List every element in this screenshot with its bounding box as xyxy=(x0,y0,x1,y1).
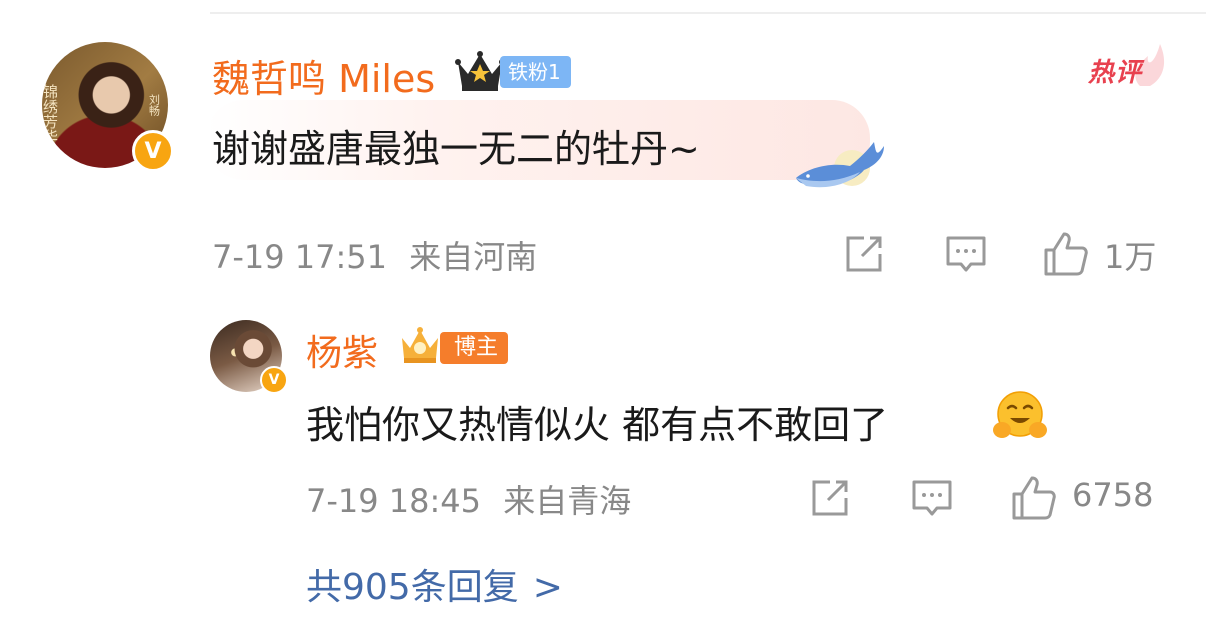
reply-comment-icon[interactable] xyxy=(910,476,954,520)
fan-crown-icon xyxy=(455,51,505,91)
reply-text: 我怕你又热情似火 都有点不敢回了 xyxy=(306,403,889,447)
avatar-poster-name: 刘畅 xyxy=(148,94,161,116)
fan-level-badge: 铁粉1 xyxy=(500,56,571,88)
comment-text: 谢谢盛唐最独一无二的牡丹~ xyxy=(212,127,700,171)
reply-like-count: 6758 xyxy=(1072,476,1154,514)
reply-share-icon[interactable] xyxy=(808,476,852,520)
comment-icon[interactable] xyxy=(944,232,988,276)
hot-tag-label: 热评 xyxy=(1088,58,1143,88)
comment-location: 来自河南 xyxy=(409,238,538,276)
hot-comment-tag: 热评 xyxy=(1088,40,1168,90)
blogger-badge: 博主 xyxy=(440,332,509,364)
verified-badge-icon: V xyxy=(132,130,174,172)
blogger-crown-icon xyxy=(402,327,438,363)
reply-meta: 7-19 18:45 来自青海 xyxy=(306,476,631,522)
reply-location: 来自青海 xyxy=(503,482,632,520)
reply-avatar[interactable]: V xyxy=(210,320,288,394)
replies-count-label: 共905条回复 xyxy=(306,567,519,608)
avatar-poster-title: 锦绣芳华 xyxy=(42,84,59,144)
hugging-face-emoji-icon xyxy=(993,391,1047,438)
reply-like-icon[interactable] xyxy=(1010,474,1058,522)
like-icon[interactable] xyxy=(1042,230,1090,278)
view-all-replies-link[interactable]: 共905条回复 > xyxy=(306,558,563,610)
reply-verified-badge-icon: V xyxy=(260,366,288,394)
chevron-right-icon: > xyxy=(532,567,563,608)
comment-meta: 7-19 17:51 来自河南 xyxy=(212,232,537,278)
reply-date: 7-19 18:45 xyxy=(306,482,482,520)
share-icon[interactable] xyxy=(842,232,886,276)
comment-like-count: 1万 xyxy=(1104,238,1157,276)
top-divider xyxy=(210,12,1206,14)
comment-date: 7-19 17:51 xyxy=(212,238,388,276)
comment-avatar[interactable]: 锦绣芳华 刘畅 V xyxy=(42,42,174,172)
reply-username[interactable]: 杨紫 xyxy=(306,324,378,376)
whale-decoration-icon xyxy=(796,142,884,188)
comment-username[interactable]: 魏哲鸣 Miles xyxy=(212,48,435,103)
